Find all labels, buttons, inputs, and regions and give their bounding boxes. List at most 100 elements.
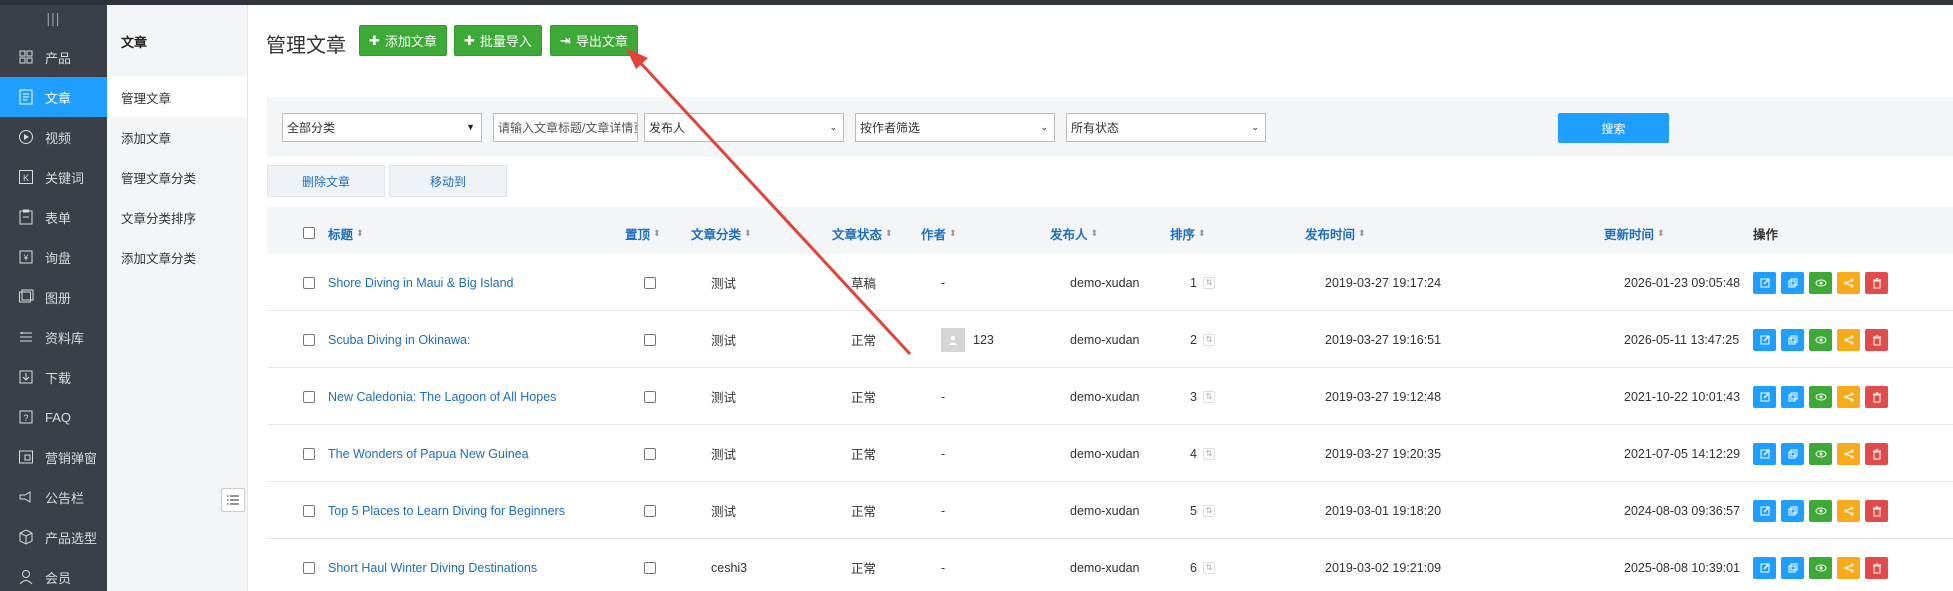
- header-updated[interactable]: 更新时间 ⬍: [1604, 207, 1665, 259]
- status-select[interactable]: 所有状态 ⌄: [1066, 113, 1266, 142]
- checkbox[interactable]: [644, 447, 656, 460]
- eye-button[interactable]: [1809, 328, 1832, 351]
- collapse-sidebar-button[interactable]: [221, 488, 245, 512]
- checkbox[interactable]: [644, 390, 656, 403]
- share-button[interactable]: [1837, 271, 1860, 294]
- add-article-button[interactable]: ✚ 添加文章: [359, 25, 447, 56]
- row-select-checkbox[interactable]: [303, 368, 315, 425]
- batch-import-button[interactable]: ✚ 批量导入: [454, 25, 542, 56]
- logo[interactable]: |||: [0, 0, 107, 38]
- edit-button[interactable]: [1753, 328, 1776, 351]
- checkbox[interactable]: [644, 276, 656, 289]
- eye-button[interactable]: [1809, 385, 1832, 408]
- share-button[interactable]: [1837, 442, 1860, 465]
- nav-item[interactable]: 公告栏: [0, 477, 107, 517]
- eye-button[interactable]: [1809, 556, 1832, 579]
- article-title-link[interactable]: New Caledonia: The Lagoon of All Hopes: [328, 368, 556, 425]
- share-button[interactable]: [1837, 499, 1860, 522]
- copy-button[interactable]: [1781, 499, 1804, 522]
- trash-button[interactable]: [1865, 271, 1888, 294]
- trash-button[interactable]: [1865, 442, 1888, 465]
- pin-checkbox[interactable]: [644, 482, 656, 539]
- checkbox[interactable]: [303, 561, 315, 574]
- edit-button[interactable]: [1753, 385, 1776, 408]
- nav-item[interactable]: K 关键词: [0, 157, 107, 197]
- trash-button[interactable]: [1865, 385, 1888, 408]
- sub-sidebar-item[interactable]: 添加文章分类: [107, 237, 247, 277]
- row-select-checkbox[interactable]: [303, 311, 315, 368]
- nav-item[interactable]: ? FAQ: [0, 397, 107, 437]
- sub-sidebar-item[interactable]: 文章分类排序: [107, 197, 247, 237]
- header-pin[interactable]: 置顶 ⬍: [625, 207, 661, 259]
- nav-item[interactable]: 营销弹窗: [0, 437, 107, 477]
- article-title-link[interactable]: Scuba Diving in Okinawa:: [328, 311, 470, 368]
- nav-item[interactable]: 视频: [0, 117, 107, 157]
- sub-sidebar-item[interactable]: 管理文章: [107, 77, 247, 117]
- trash-button[interactable]: [1865, 328, 1888, 351]
- trash-button[interactable]: [1865, 499, 1888, 522]
- share-button[interactable]: [1837, 556, 1860, 579]
- reorder-icon[interactable]: ⇅: [1202, 276, 1215, 289]
- header-category[interactable]: 文章分类 ⬍: [691, 207, 752, 259]
- row-select-checkbox[interactable]: [303, 254, 315, 311]
- checkbox[interactable]: [303, 333, 315, 346]
- pin-checkbox[interactable]: [644, 368, 656, 425]
- category-select[interactable]: 全部分类 ▼: [282, 113, 482, 142]
- eye-button[interactable]: [1809, 442, 1832, 465]
- header-status[interactable]: 文章状态 ⬍: [832, 207, 893, 259]
- publisher-select[interactable]: 发布人 ⌄: [644, 113, 844, 142]
- copy-button[interactable]: [1781, 442, 1804, 465]
- nav-item[interactable]: 资料库: [0, 317, 107, 357]
- nav-item[interactable]: 表单: [0, 197, 107, 237]
- checkbox[interactable]: [303, 504, 315, 517]
- reorder-icon[interactable]: ⇅: [1202, 504, 1215, 517]
- copy-button[interactable]: [1781, 271, 1804, 294]
- nav-item[interactable]: 文章: [0, 77, 107, 117]
- row-select-checkbox[interactable]: [303, 425, 315, 482]
- reorder-icon[interactable]: ⇅: [1202, 447, 1215, 460]
- nav-item[interactable]: 会员: [0, 557, 107, 591]
- checkbox[interactable]: [644, 504, 656, 517]
- nav-item[interactable]: 产品: [0, 37, 107, 77]
- nav-item[interactable]: ¥ 询盘: [0, 237, 107, 277]
- nav-item[interactable]: 图册: [0, 277, 107, 317]
- eye-button[interactable]: [1809, 499, 1832, 522]
- copy-button[interactable]: [1781, 328, 1804, 351]
- select-all-checkbox[interactable]: [303, 207, 315, 259]
- row-select-checkbox[interactable]: [303, 539, 315, 591]
- article-title-link[interactable]: Top 5 Places to Learn Diving for Beginne…: [328, 482, 565, 539]
- reorder-icon[interactable]: ⇅: [1202, 390, 1215, 403]
- eye-button[interactable]: [1809, 271, 1832, 294]
- author-select[interactable]: 按作者筛选 ⌄: [855, 113, 1055, 142]
- sub-sidebar-item[interactable]: 管理文章分类: [107, 157, 247, 197]
- pin-checkbox[interactable]: [644, 311, 656, 368]
- sub-sidebar-item[interactable]: 添加文章: [107, 117, 247, 157]
- pin-checkbox[interactable]: [644, 254, 656, 311]
- copy-button[interactable]: [1781, 385, 1804, 408]
- checkbox[interactable]: [303, 276, 315, 289]
- share-button[interactable]: [1837, 385, 1860, 408]
- pin-checkbox[interactable]: [644, 425, 656, 482]
- export-article-button[interactable]: ⇥ 导出文章: [550, 25, 638, 56]
- share-button[interactable]: [1837, 328, 1860, 351]
- edit-button[interactable]: [1753, 556, 1776, 579]
- pin-checkbox[interactable]: [644, 539, 656, 591]
- checkbox[interactable]: [303, 447, 315, 460]
- checkbox[interactable]: [303, 227, 315, 239]
- row-select-checkbox[interactable]: [303, 482, 315, 539]
- article-title-link[interactable]: The Wonders of Papua New Guinea: [328, 425, 529, 482]
- article-title-link[interactable]: Shore Diving in Maui & Big Island: [328, 254, 514, 311]
- move-to-button[interactable]: 移动到: [389, 165, 507, 197]
- keyword-input[interactable]: 请输入文章标题/文章详情页URL: [493, 113, 638, 142]
- checkbox[interactable]: [644, 561, 656, 574]
- checkbox[interactable]: [644, 333, 656, 346]
- header-order[interactable]: 排序 ⬍: [1170, 207, 1206, 259]
- header-publisher[interactable]: 发布人 ⬍: [1050, 207, 1098, 259]
- edit-button[interactable]: [1753, 442, 1776, 465]
- checkbox[interactable]: [303, 390, 315, 403]
- article-title-link[interactable]: Short Haul Winter Diving Destinations: [328, 539, 537, 591]
- nav-item[interactable]: 产品选型: [0, 517, 107, 557]
- header-author[interactable]: 作者 ⬍: [921, 207, 957, 259]
- search-button[interactable]: 搜索: [1558, 113, 1669, 143]
- trash-button[interactable]: [1865, 556, 1888, 579]
